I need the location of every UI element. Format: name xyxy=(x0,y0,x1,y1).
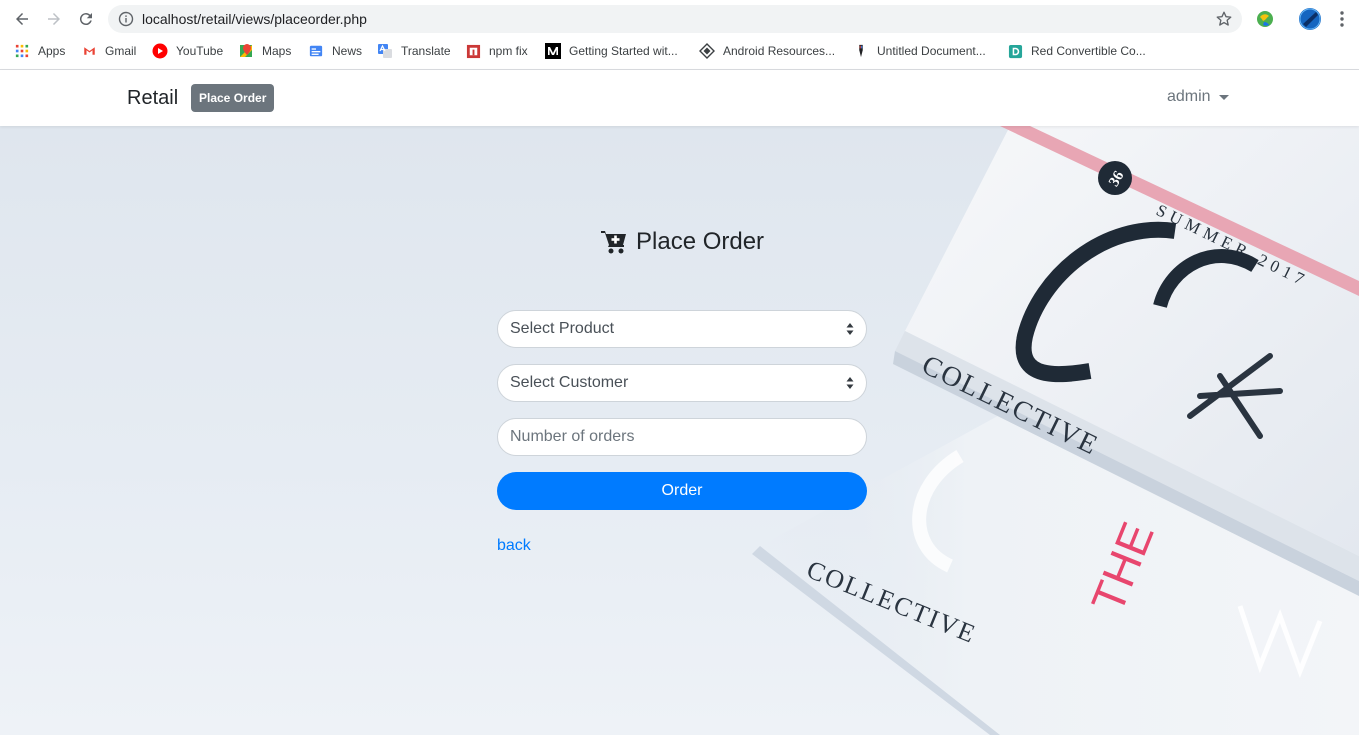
news-icon xyxy=(308,43,324,59)
bookmark-label: Translate xyxy=(401,44,451,58)
cart-plus-icon xyxy=(601,231,626,254)
bookmark-gmail[interactable]: Gmail xyxy=(81,42,136,60)
customer-select[interactable]: Select Customer xyxy=(497,364,867,402)
url-text: localhost/retail/views/placeorder.php xyxy=(142,11,367,27)
bookmark-label: Getting Started wit... xyxy=(569,44,678,58)
extension-globe-icon[interactable] xyxy=(1255,9,1275,29)
bookmark-label: npm fix xyxy=(489,44,528,58)
order-button[interactable]: Order xyxy=(497,472,867,510)
orders-count-field xyxy=(497,418,867,456)
bookmark-red-convertible[interactable]: Red Convertible Co... xyxy=(1007,42,1146,60)
apps-grid-icon xyxy=(14,43,30,59)
browser-menu-icon[interactable] xyxy=(1336,10,1348,28)
translate-icon xyxy=(377,43,393,59)
bookmark-d-icon xyxy=(1007,43,1023,59)
maps-icon xyxy=(238,43,254,59)
bookmark-label: YouTube xyxy=(176,44,224,58)
customer-select-value: Select Customer xyxy=(510,374,629,391)
user-name: admin xyxy=(1167,88,1211,105)
page-title: Place Order xyxy=(600,226,764,258)
product-select-value: Select Product xyxy=(510,320,615,337)
bookmark-label: Untitled Document... xyxy=(877,44,986,58)
site-info-icon[interactable] xyxy=(118,11,134,27)
reload-icon[interactable] xyxy=(76,9,96,29)
bookmark-apps[interactable]: Apps xyxy=(14,42,65,60)
bookmark-npm-fix[interactable]: npm fix xyxy=(465,42,528,60)
bookmark-android-resources[interactable]: Android Resources... xyxy=(699,42,835,60)
android-resources-icon xyxy=(699,43,715,59)
medium-icon xyxy=(545,43,561,59)
address-bar[interactable]: localhost/retail/views/placeorder.php xyxy=(108,5,1242,33)
bookmark-label: Apps xyxy=(38,44,66,58)
page-badge: Place Order xyxy=(191,84,275,112)
document-icon xyxy=(853,43,869,59)
bookmark-youtube[interactable]: YouTube xyxy=(152,42,223,60)
bookmark-label: Maps xyxy=(262,44,292,58)
bookmarks-bar: Apps Gmail YouTube Maps News Translate n… xyxy=(0,38,1359,64)
bookmark-label: Gmail xyxy=(105,44,137,58)
profile-avatar-icon[interactable] xyxy=(1299,8,1321,30)
back-arrow-icon[interactable] xyxy=(12,9,32,29)
select-arrows-icon xyxy=(846,323,854,335)
bookmark-news[interactable]: News xyxy=(308,42,362,60)
youtube-icon xyxy=(152,43,168,59)
back-link[interactable]: back xyxy=(497,537,531,555)
gmail-icon xyxy=(81,43,97,59)
orders-count-input[interactable] xyxy=(498,419,866,455)
bookmark-untitled-document[interactable]: Untitled Document... xyxy=(853,42,986,60)
forward-arrow-icon[interactable] xyxy=(44,9,64,29)
browser-toolbar: localhost/retail/views/placeorder.php xyxy=(0,0,1359,38)
hero-background: 36 SUMMER 2017 COLLECTIVE COLLECTIVE THE… xyxy=(0,126,1359,735)
top-navbar: Retail Place Order admin xyxy=(0,70,1359,126)
bookmark-label: News xyxy=(332,44,363,58)
product-select[interactable]: Select Product xyxy=(497,310,867,348)
bookmark-label: Red Convertible Co... xyxy=(1031,44,1146,58)
bookmark-star-icon[interactable] xyxy=(1215,10,1233,28)
npm-icon xyxy=(465,43,481,59)
bookmark-getting-started[interactable]: Getting Started wit... xyxy=(545,42,678,60)
bookmark-maps[interactable]: Maps xyxy=(238,42,291,60)
user-dropdown[interactable]: admin xyxy=(1167,88,1229,106)
bookmark-translate[interactable]: Translate xyxy=(377,42,451,60)
bookmark-label: Android Resources... xyxy=(723,44,836,58)
caret-down-icon xyxy=(1218,94,1229,100)
brand-link[interactable]: Retail xyxy=(127,87,178,110)
page-title-text: Place Order xyxy=(636,228,765,255)
select-arrows-icon xyxy=(846,377,854,389)
